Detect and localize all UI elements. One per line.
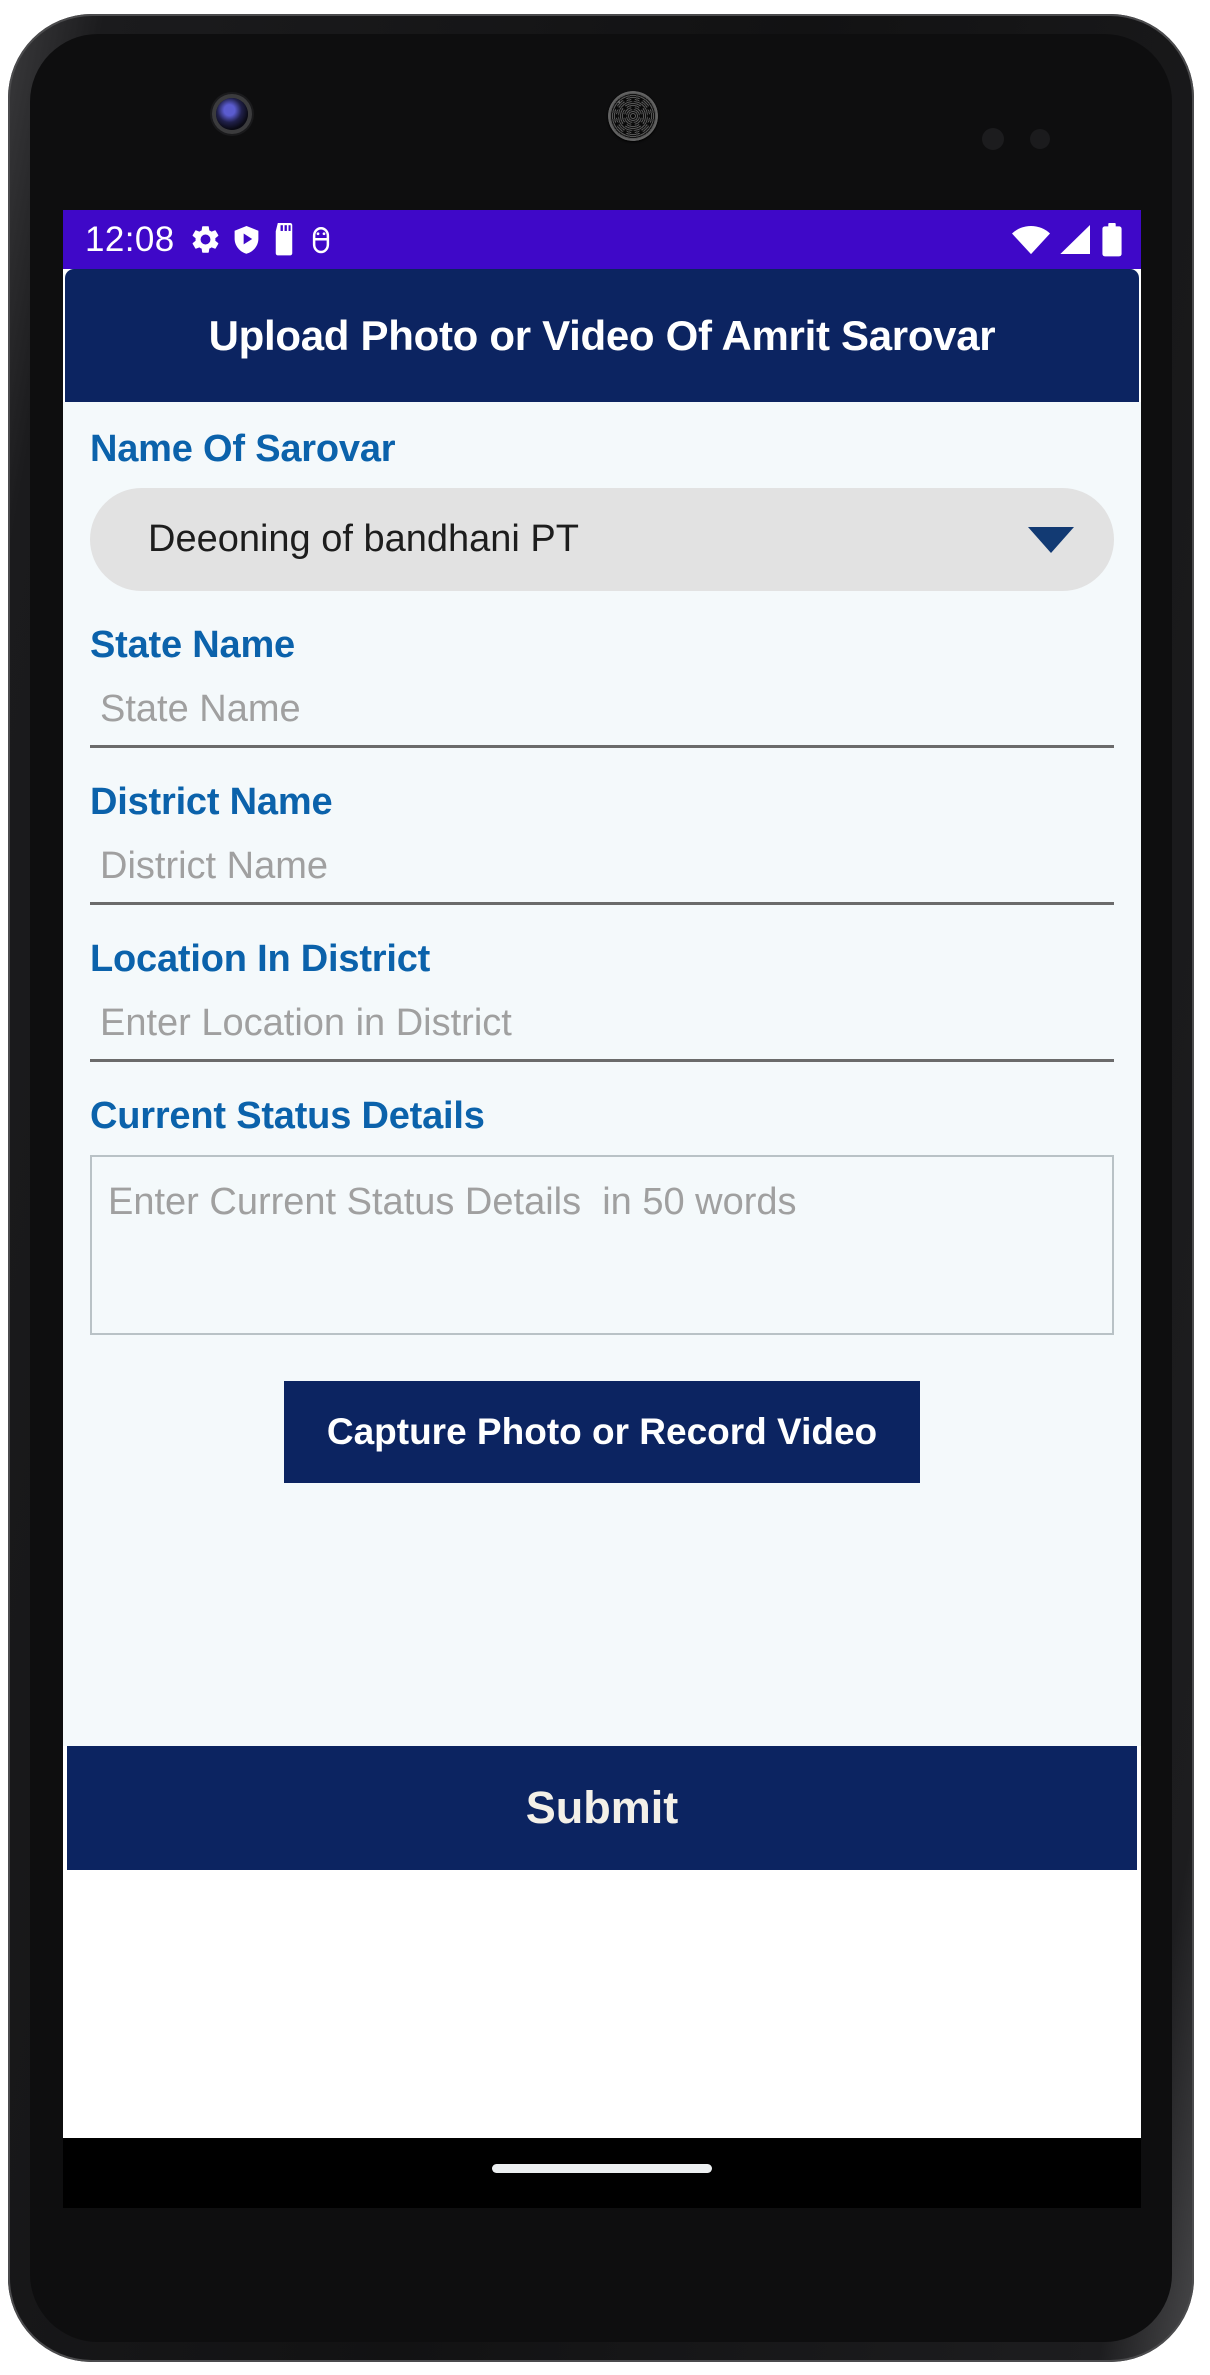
ambient-light-sensor-icon [1030, 129, 1050, 149]
current-status-details-textarea[interactable] [90, 1155, 1114, 1335]
capture-button-row: Capture Photo or Record Video [90, 1381, 1114, 1483]
location-in-district-label: Location In District [90, 938, 431, 980]
phone-screen-bezel: 12:08 Upload Photo or Video Of Amrit Sar… [30, 34, 1172, 2342]
status-bar-right-group [1011, 222, 1123, 257]
sarovar-name-dropdown[interactable]: Deeoning of bandhani PT [90, 488, 1114, 591]
status-bar-clock: 12:08 [85, 220, 175, 259]
status-bar-left-group: 12:08 [85, 222, 345, 257]
proximity-sensor-icon [982, 128, 1004, 150]
field-current-status-details: Current Status Details [90, 1095, 1114, 1335]
front-camera-icon [216, 98, 248, 130]
chevron-down-icon [1028, 526, 1074, 553]
sarovar-name-selected-value: Deeoning of bandhani PT [148, 518, 579, 560]
status-bar: 12:08 [63, 210, 1141, 269]
wifi-icon [1011, 225, 1051, 255]
phone-device-frame: 12:08 Upload Photo or Video Of Amrit Sar… [8, 14, 1194, 2362]
cellular-signal-icon [1058, 224, 1092, 255]
phone-display: 12:08 Upload Photo or Video Of Amrit Sar… [63, 210, 1141, 2138]
play-shield-icon [231, 223, 262, 256]
state-name-label: State Name [90, 624, 295, 666]
district-name-input[interactable] [90, 841, 1114, 905]
district-name-label: District Name [90, 781, 333, 823]
gesture-navigation-bar [63, 2138, 1141, 2208]
home-indicator[interactable] [492, 2164, 712, 2173]
capture-photo-or-record-video-button[interactable]: Capture Photo or Record Video [283, 1381, 921, 1483]
current-status-details-label: Current Status Details [90, 1095, 485, 1137]
field-location-in-district: Location In District [90, 938, 1114, 1062]
submit-button[interactable]: Submit [67, 1746, 1137, 1870]
gear-icon [189, 223, 222, 256]
upload-form: Name Of Sarovar Deeoning of bandhani PT … [63, 402, 1141, 1746]
page-title: Upload Photo or Video Of Amrit Sarovar [208, 311, 996, 359]
android-debug-icon [306, 223, 336, 256]
sd-card-icon [271, 223, 297, 256]
field-state-name: State Name [90, 624, 1114, 748]
location-in-district-input[interactable] [90, 998, 1114, 1062]
battery-icon [1101, 222, 1123, 257]
speaker-grille-pattern [613, 96, 653, 136]
field-district-name: District Name [90, 781, 1114, 905]
sarovar-name-label: Name Of Sarovar [90, 428, 396, 470]
app-bar: Upload Photo or Video Of Amrit Sarovar [65, 269, 1139, 402]
earpiece-speaker-icon [608, 91, 658, 141]
state-name-input[interactable] [90, 684, 1114, 748]
field-sarovar-name: Name Of Sarovar Deeoning of bandhani PT [90, 428, 1114, 591]
